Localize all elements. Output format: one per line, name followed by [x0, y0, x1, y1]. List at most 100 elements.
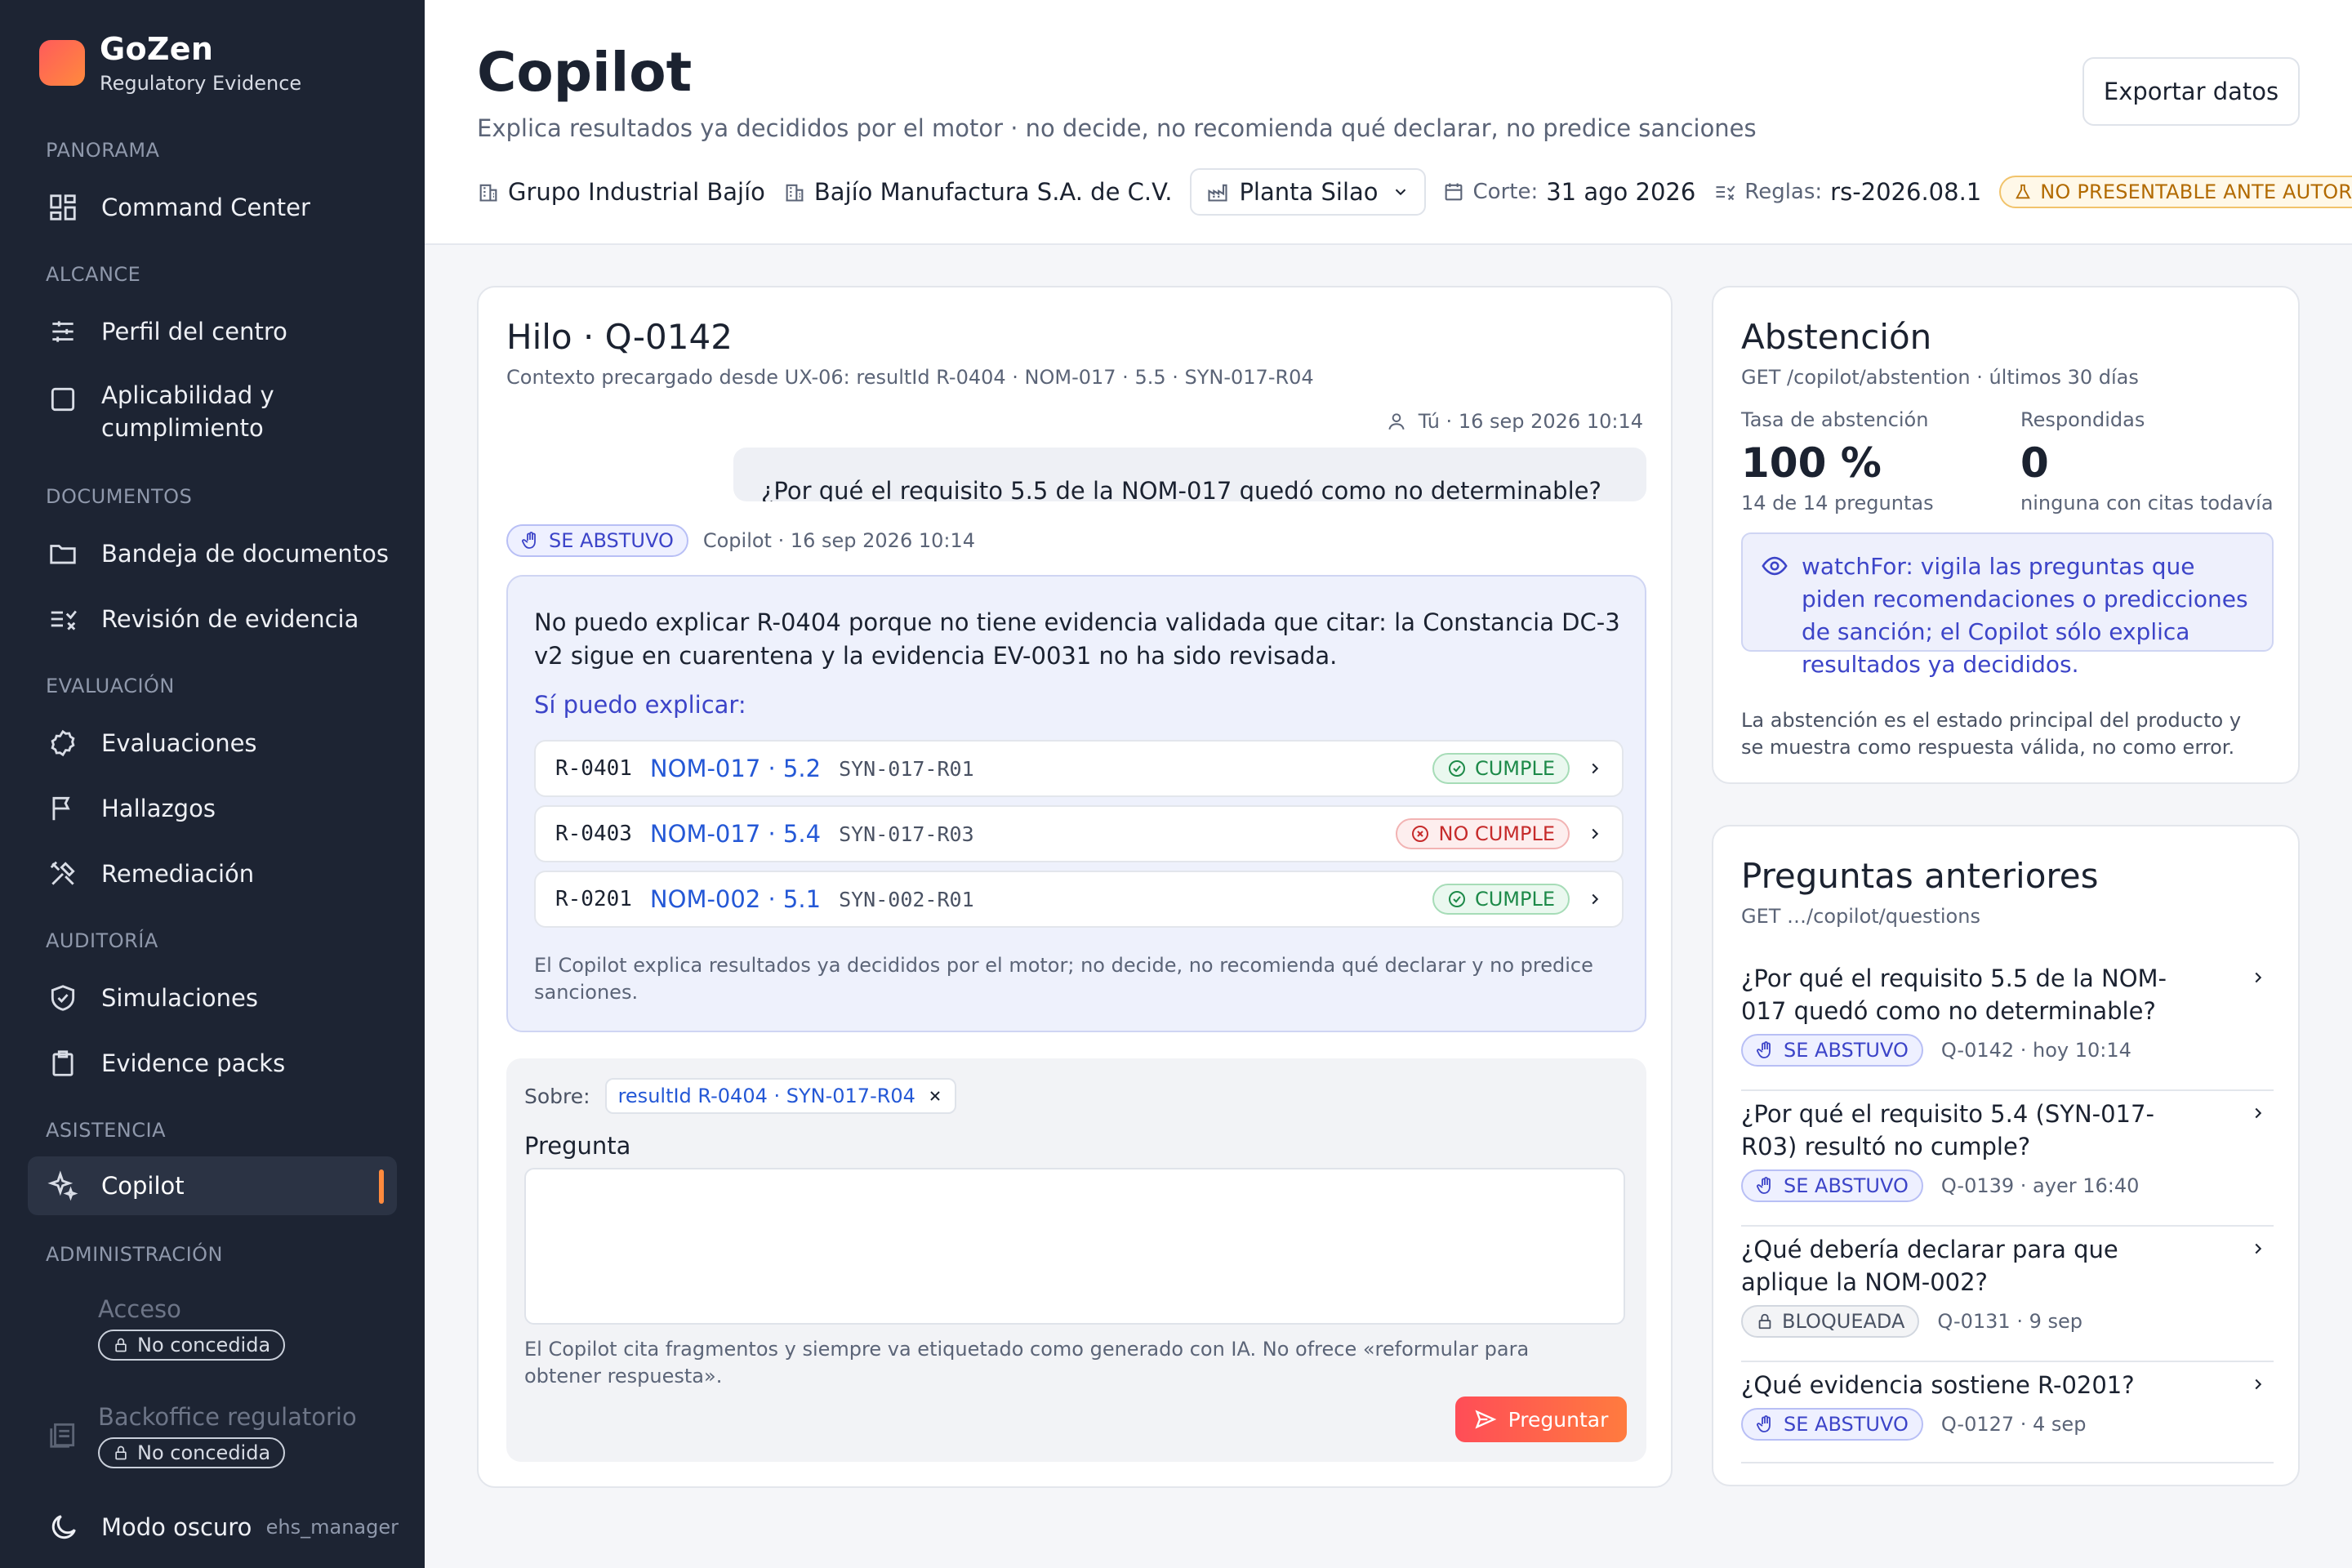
page-subtitle: Explica resultados ya decididos por el m…	[477, 114, 1757, 142]
sidebar-item-hallazgos[interactable]: Hallazgos	[28, 784, 397, 833]
result-row[interactable]: R-0201 NOM-002 · 5.1 SYN-002-R01 CUMPLE	[534, 871, 1624, 928]
sidebar-item-label: Revisión de evidencia	[101, 605, 359, 633]
group-selector[interactable]: Grupo Industrial Bajío	[477, 178, 765, 206]
chevron-right-icon	[1586, 825, 1604, 843]
document-icon	[47, 1419, 78, 1450]
result-row[interactable]: R-0403 NOM-017 · 5.4 SYN-017-R03 NO CUMP…	[534, 805, 1624, 862]
chevron-right-icon	[2249, 969, 2267, 987]
syn-code: SYN-017-R03	[839, 822, 974, 846]
sidebar-item-label: Command Center	[101, 194, 310, 221]
building-icon	[783, 180, 814, 203]
question-text: ¿Por qué el requisito 5.5 de la NOM-017 …	[1741, 964, 2167, 1025]
composer-help: El Copilot cita fragmentos y siempre va …	[524, 1338, 1530, 1388]
plant-dropdown[interactable]: Planta Silao	[1190, 168, 1426, 216]
abstained-badge: SE ABSTUVO	[1741, 1169, 1923, 1202]
sidebar-item-label: Evaluaciones	[101, 729, 257, 757]
access-denied-badge: No concedida	[98, 1437, 286, 1468]
moon-icon	[47, 1511, 80, 1544]
question-item[interactable]: ¿Por qué el requisito 5.4 (SYN-017-R03) …	[1741, 1098, 2274, 1227]
can-explain-heading: Sí puedo explicar:	[534, 691, 746, 719]
brand-name: GoZen	[100, 31, 214, 67]
nom-link[interactable]: NOM-002 · 5.1	[650, 885, 821, 913]
dark-mode-toggle[interactable]: Modo oscuro ehs_manager	[47, 1511, 399, 1544]
section-administracion: ADMINISTRACIÓN	[46, 1243, 223, 1266]
lock-icon	[1756, 1312, 1782, 1330]
sidebar-item-evidence-packs[interactable]: Evidence packs	[28, 1039, 397, 1088]
current-user: ehs_manager	[265, 1516, 399, 1539]
status-badge: CUMPLE	[1432, 884, 1570, 915]
folder-icon	[47, 538, 78, 569]
sidebar-item-remediacion[interactable]: Remediación	[28, 849, 397, 898]
context-bar: Grupo Industrial Bajío Bajío Manufactura…	[477, 168, 2352, 216]
sidebar-item-revision[interactable]: Revisión de evidencia	[28, 595, 397, 644]
sidebar-item-command-center[interactable]: Command Center	[28, 183, 397, 232]
chevron-right-icon	[2249, 1240, 2267, 1258]
ask-button[interactable]: Preguntar	[1455, 1396, 1627, 1442]
dark-mode-label: Modo oscuro	[101, 1513, 252, 1541]
hand-icon	[1756, 1040, 1784, 1060]
sidebar-item-perfil[interactable]: Perfil del centro	[28, 307, 397, 356]
sidebar-item-label: Bandeja de documentos	[101, 540, 389, 568]
sparkles-icon	[47, 1170, 78, 1201]
about-label: Sobre:	[524, 1084, 590, 1108]
nom-link[interactable]: NOM-017 · 5.2	[650, 755, 821, 782]
section-alcance: ALCANCE	[46, 263, 141, 286]
sidebar-item-acceso: Acceso No concedida	[98, 1295, 286, 1361]
abstention-endpoint: GET /copilot/abstention · últimos 30 día…	[1741, 366, 2139, 389]
check-circle-icon	[1447, 759, 1475, 778]
abstained-badge: SE ABSTUVO	[506, 524, 688, 557]
building-icon	[477, 180, 508, 203]
export-button[interactable]: Exportar datos	[2082, 57, 2300, 126]
sidebar-item-label: Perfil del centro	[101, 318, 287, 345]
user-message-meta: Tú · 16 sep 2026 10:14	[1386, 410, 1643, 433]
question-textarea[interactable]	[524, 1168, 1625, 1325]
close-icon[interactable]	[927, 1088, 943, 1104]
blocked-badge: BLOQUEADA	[1741, 1305, 1920, 1338]
abstention-title: Abstención	[1741, 317, 1932, 357]
sidebar-item-aplicabilidad[interactable]: Aplicabilidad y cumplimiento	[28, 379, 397, 448]
bot-message-meta: SE ABSTUVO Copilot · 16 sep 2026 10:14	[506, 524, 975, 557]
previous-title: Preguntas anteriores	[1741, 856, 2099, 896]
section-evaluacion: EVALUACIÓN	[46, 675, 175, 697]
section-auditoria: AUDITORÍA	[46, 929, 158, 952]
sidebar-item-label: Acceso	[98, 1295, 181, 1323]
sidebar-item-evaluaciones[interactable]: Evaluaciones	[28, 719, 397, 768]
answer-text: No puedo explicar R-0404 porque no tiene…	[534, 608, 1620, 670]
chevron-right-icon	[1586, 890, 1604, 908]
sidebar-item-label: Simulaciones	[101, 984, 258, 1012]
dashboard-icon	[47, 192, 78, 223]
check-circle-icon	[1447, 889, 1475, 909]
sidebar-item-copilot[interactable]: Copilot	[28, 1156, 397, 1215]
factory-icon	[1206, 180, 1229, 203]
question-item[interactable]: ¿Por qué el requisito 5.5 de la NOM-017 …	[1741, 962, 2274, 1091]
section-documentos: DOCUMENTOS	[46, 485, 193, 508]
square-icon	[47, 384, 78, 415]
active-indicator	[379, 1169, 384, 1204]
previous-questions-card: Preguntas anteriores GET …/copilot/quest…	[1712, 825, 2300, 1486]
sidebar-item-label: Backoffice regulatorio	[98, 1403, 357, 1431]
syn-code: SYN-017-R01	[839, 756, 974, 781]
gear-badge-icon	[47, 728, 78, 759]
result-row[interactable]: R-0401 NOM-017 · 5.2 SYN-017-R01 CUMPLE	[534, 740, 1624, 797]
sidebar-item-label: Copilot	[101, 1172, 185, 1200]
result-id: R-0403	[555, 822, 632, 846]
company-selector[interactable]: Bajío Manufactura S.A. de C.V.	[783, 178, 1172, 206]
lock-icon	[113, 1445, 137, 1461]
question-meta: Q-0139 · ayer 16:40	[1940, 1174, 2140, 1197]
bot-meta-text: Copilot · 16 sep 2026 10:14	[702, 529, 976, 552]
sidebar-item-bandeja[interactable]: Bandeja de documentos	[28, 529, 397, 578]
question-composer: Sobre: resultId R-0404 · SYN-017-R04 Pre…	[506, 1058, 1646, 1462]
question-item[interactable]: ¿Qué evidencia sostiene R-0201? SE ABSTU…	[1741, 1369, 2274, 1463]
nom-link[interactable]: NOM-017 · 5.4	[650, 820, 821, 848]
chevron-right-icon	[2249, 1375, 2267, 1393]
sidebar: GoZen Regulatory Evidence PANORAMA Comma…	[0, 0, 425, 1568]
question-item[interactable]: ¿Qué debería declarar para que aplique l…	[1741, 1233, 2274, 1362]
chevron-down-icon	[1392, 183, 1410, 201]
sidebar-item-simulaciones[interactable]: Simulaciones	[28, 973, 397, 1022]
context-chip[interactable]: resultId R-0404 · SYN-017-R04	[604, 1078, 956, 1114]
abstained-badge: SE ABSTUVO	[1741, 1034, 1923, 1067]
rules-icon	[1713, 180, 1744, 203]
previous-endpoint: GET …/copilot/questions	[1741, 905, 1980, 928]
user-message-bubble: ¿Por qué el requisito 5.5 de la NOM-017 …	[733, 448, 1646, 501]
list-check-icon	[47, 604, 78, 635]
